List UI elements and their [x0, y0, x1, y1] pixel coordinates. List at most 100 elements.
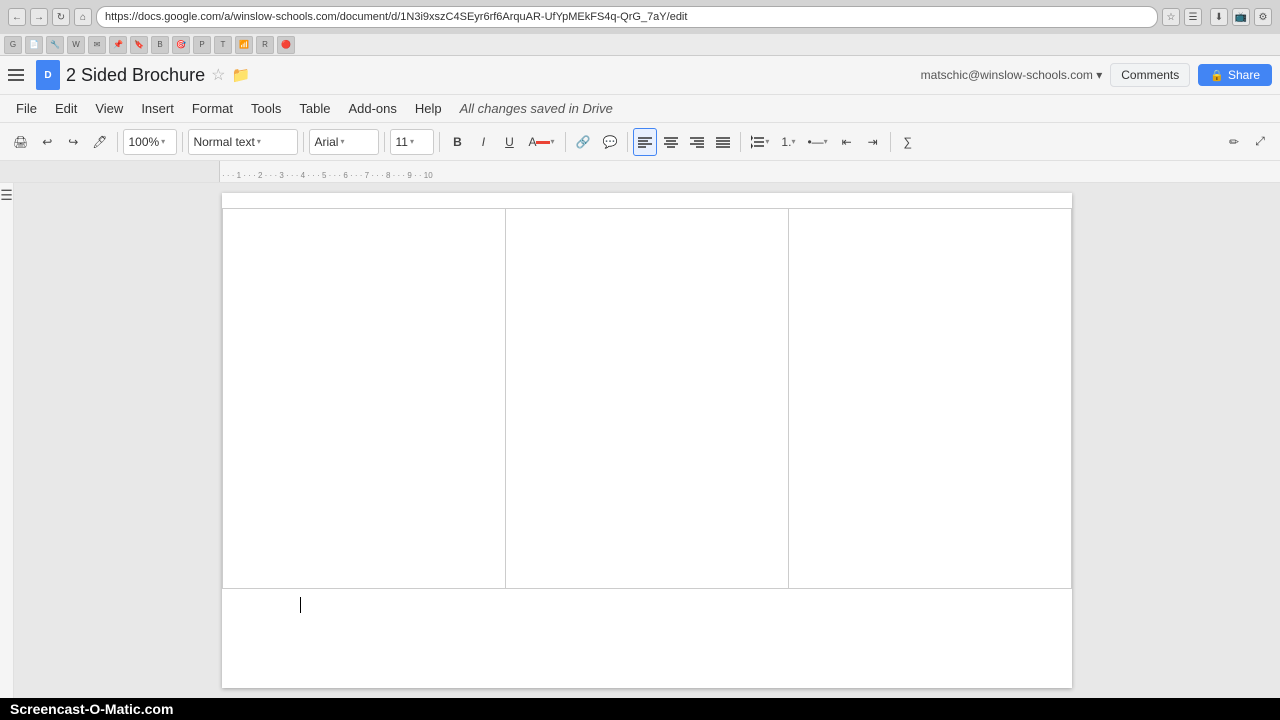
- style-dropdown-arrow: ▾: [257, 137, 261, 146]
- sep-1: [117, 132, 118, 152]
- gdocs-app: D 2 Sided Brochure ☆ 📁 matschic@winslow-…: [0, 56, 1280, 698]
- address-bar[interactable]: https://docs.google.com/a/winslow-school…: [96, 6, 1158, 28]
- ext-9: 🎯: [172, 36, 190, 54]
- comments-button[interactable]: Comments: [1110, 63, 1190, 87]
- ext-7: 🔖: [130, 36, 148, 54]
- sep-6: [565, 132, 566, 152]
- underline-button[interactable]: U: [497, 128, 521, 156]
- ext-14: 🔴: [277, 36, 295, 54]
- bookmark-button[interactable]: ☆: [1162, 8, 1180, 26]
- menu-help[interactable]: Help: [407, 99, 450, 118]
- menu-insert[interactable]: Insert: [133, 99, 182, 118]
- header-right: matschic@winslow-schools.com ▾ Comments …: [921, 63, 1272, 87]
- line-spacing-arrow: ▾: [765, 137, 769, 146]
- italic-button[interactable]: I: [471, 128, 495, 156]
- redo-button[interactable]: ↪: [61, 128, 85, 156]
- pen-tool-button[interactable]: ✏: [1222, 128, 1246, 156]
- undo-button[interactable]: ↩: [35, 128, 59, 156]
- toolbar: 🖨 ↩ ↪ 🖊 100% ▾ Normal text ▾ Arial ▾ 11 …: [0, 123, 1280, 161]
- print-button[interactable]: 🖨: [8, 128, 33, 156]
- ext-10: P: [193, 36, 211, 54]
- app-header: D 2 Sided Brochure ☆ 📁 matschic@winslow-…: [0, 56, 1280, 95]
- refresh-button[interactable]: ↻: [52, 8, 70, 26]
- align-left-button[interactable]: [633, 128, 657, 156]
- table-row: [223, 209, 1072, 589]
- link-button[interactable]: 🔗: [571, 128, 596, 156]
- menu-file[interactable]: File: [8, 99, 45, 118]
- doc-title: 2 Sided Brochure: [66, 65, 205, 86]
- numbered-list-arrow: ▾: [791, 137, 795, 146]
- size-dropdown-arrow: ▾: [410, 137, 414, 146]
- numbered-list-button[interactable]: 1. ▾: [776, 128, 800, 156]
- comment-button[interactable]: 💬: [597, 128, 622, 156]
- menu-tools[interactable]: Tools: [243, 99, 289, 118]
- menu-addons[interactable]: Add-ons: [340, 99, 404, 118]
- align-center-button[interactable]: [659, 128, 683, 156]
- watermark-text: Screencast-O-Matic.com: [10, 701, 173, 717]
- ext-5: ✉: [88, 36, 106, 54]
- style-select[interactable]: Normal text ▾: [188, 129, 298, 155]
- star-icon[interactable]: ☆: [211, 65, 225, 85]
- document-canvas[interactable]: [14, 183, 1280, 698]
- ext-1: G: [4, 36, 22, 54]
- forward-button[interactable]: →: [30, 8, 48, 26]
- align-justify-button[interactable]: [711, 128, 735, 156]
- extension-bar: G 📄 🔧 W ✉ 📌 🔖 B 🎯 P T 📶 R 🔴: [0, 34, 1280, 56]
- back-button[interactable]: ←: [8, 8, 26, 26]
- menu-edit[interactable]: Edit: [47, 99, 85, 118]
- lock-icon: 🔒: [1210, 69, 1224, 82]
- autosave-status: All changes saved in Drive: [460, 101, 613, 116]
- ext-3: 🔧: [46, 36, 64, 54]
- text-color-indicator: [536, 141, 550, 144]
- ruler-main: · · · 1 · · · 2 · · · 3 · · · 4 · · · 5 …: [220, 161, 1280, 182]
- table-cell-2[interactable]: [506, 209, 789, 589]
- expand-button[interactable]: ⤢: [1248, 128, 1272, 156]
- sep-9: [890, 132, 891, 152]
- browser-chrome: ← → ↻ ⌂ https://docs.google.com/a/winslo…: [0, 0, 1280, 56]
- hamburger-icon[interactable]: [8, 69, 26, 81]
- bulleted-list-button[interactable]: •— ▾: [802, 128, 832, 156]
- content-area: ☰: [0, 183, 1280, 698]
- sep-7: [627, 132, 628, 152]
- font-size-select[interactable]: 11 ▾: [390, 129, 434, 155]
- menu-table[interactable]: Table: [291, 99, 338, 118]
- format-paint-button[interactable]: 🖊: [87, 128, 112, 156]
- sep-2: [182, 132, 183, 152]
- browser-nav-bar: ← → ↻ ⌂ https://docs.google.com/a/winslo…: [0, 0, 1280, 34]
- increase-indent-button[interactable]: ⇥: [861, 128, 885, 156]
- decrease-indent-button[interactable]: ⇤: [835, 128, 859, 156]
- brochure-table: [222, 208, 1072, 589]
- extensions-button[interactable]: ☰: [1184, 8, 1202, 26]
- ext-13: R: [256, 36, 274, 54]
- sep-3: [303, 132, 304, 152]
- bold-button[interactable]: B: [445, 128, 469, 156]
- ext-2: 📄: [25, 36, 43, 54]
- menu-view[interactable]: View: [87, 99, 131, 118]
- left-sidebar: ☰: [0, 183, 14, 698]
- cast-icon: 📺: [1232, 8, 1250, 26]
- font-dropdown-arrow: ▾: [340, 137, 344, 146]
- folder-icon[interactable]: 📁: [231, 66, 250, 84]
- settings-icon[interactable]: ⚙: [1254, 8, 1272, 26]
- document-page: [222, 193, 1072, 688]
- sidebar-menu-icon[interactable]: ☰: [0, 187, 13, 204]
- header-left: D 2 Sided Brochure ☆ 📁: [8, 60, 250, 90]
- text-color-arrow: ▾: [550, 137, 554, 146]
- font-select[interactable]: Arial ▾: [309, 129, 379, 155]
- sep-5: [439, 132, 440, 152]
- share-button[interactable]: 🔒 Share: [1198, 64, 1272, 86]
- align-right-button[interactable]: [685, 128, 709, 156]
- menu-format[interactable]: Format: [184, 99, 241, 118]
- special-chars-button[interactable]: ∑: [896, 128, 920, 156]
- ext-6: 📌: [109, 36, 127, 54]
- table-cell-1[interactable]: [223, 209, 506, 589]
- download-button[interactable]: ⬇: [1210, 8, 1228, 26]
- table-cell-3[interactable]: [789, 209, 1072, 589]
- text-color-button[interactable]: A ▾: [523, 128, 559, 156]
- zoom-select[interactable]: 100% ▾: [123, 129, 177, 155]
- home-button[interactable]: ⌂: [74, 8, 92, 26]
- page-inner: [222, 208, 1072, 698]
- sep-8: [740, 132, 741, 152]
- ext-11: T: [214, 36, 232, 54]
- line-spacing-button[interactable]: ▾: [746, 128, 774, 156]
